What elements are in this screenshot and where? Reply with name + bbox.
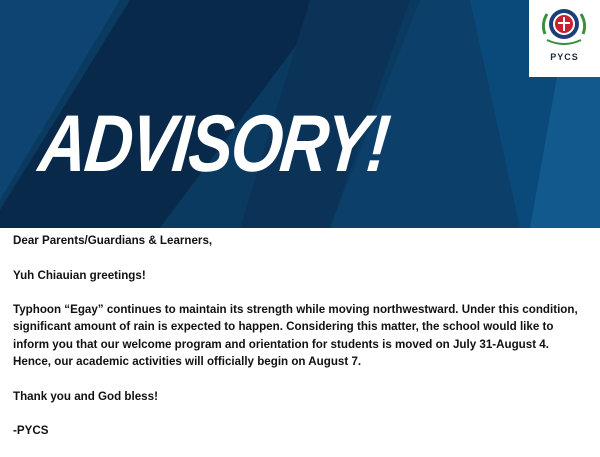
body-line: inform you that our welcome program and … — [13, 337, 549, 351]
school-logo-card: PYCS — [529, 0, 600, 77]
closing: Thank you and God bless! — [13, 389, 158, 403]
body-line: Hence, our academic activities will offi… — [13, 355, 362, 369]
advisory-letter: Dear Parents/Guardians & Learners, Yuh C… — [13, 232, 595, 457]
school-seal-icon — [541, 9, 587, 45]
body-paragraph: Typhoon “Egay” continues to maintain its… — [13, 301, 595, 370]
logo-caption: PYCS — [550, 52, 579, 62]
advisory-banner: ADVISORY! PYCS — [0, 0, 600, 228]
salutation: Dear Parents/Guardians & Learners, — [13, 234, 213, 247]
body-line: significant amount of rain is expected t… — [13, 320, 554, 334]
body-line: Typhoon “Egay” continues to maintain its… — [13, 303, 578, 317]
headline-advisory: ADVISORY! — [35, 97, 393, 189]
greeting: Yuh Chiauian greetings! — [13, 268, 146, 282]
